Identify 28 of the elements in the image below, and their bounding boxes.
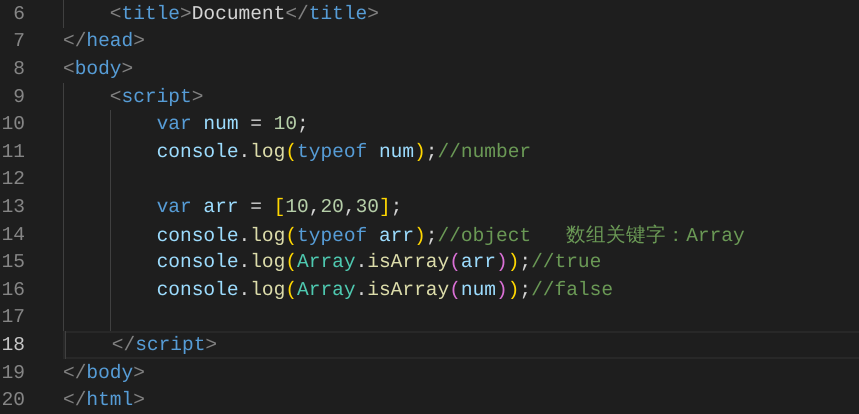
line-number: 8: [12, 58, 25, 80]
code-line: </html>: [63, 389, 145, 412]
line-number: 20: [0, 389, 25, 412]
line-number: 18: [0, 334, 25, 356]
line-number: 7: [12, 30, 25, 52]
code-line: </head>: [63, 30, 145, 52]
code-line: console.log(typeof num);//number: [156, 140, 532, 163]
line-number: 14: [0, 224, 25, 246]
line-number: 10: [0, 113, 25, 136]
line-number: 12: [0, 168, 25, 190]
code-line: console.log(Array.isArray(num));//false: [156, 278, 614, 301]
code-line: <body>: [63, 58, 134, 80]
code-line: <script>: [110, 86, 204, 108]
code-line: console.log(typeof arr);//object 数组关键字：Array: [156, 224, 745, 248]
code-line: console.log(Array.isArray(arr));//true: [156, 251, 602, 274]
line-number: 13: [0, 196, 25, 218]
line-number: 6: [12, 2, 25, 25]
line-number: 15: [0, 251, 25, 274]
code-line: </script>: [112, 334, 218, 356]
code-line: var num = 10;: [156, 113, 309, 136]
line-number: 9: [12, 86, 25, 108]
code-line: var arr = [10,20,30];: [156, 196, 402, 218]
line-number: 17: [0, 306, 25, 328]
line-number: 16: [0, 278, 25, 301]
line-number: 11: [0, 140, 25, 163]
code-line: </body>: [63, 362, 145, 384]
code-line: <title>Document</title>: [110, 2, 379, 25]
line-number: 19: [0, 362, 25, 384]
